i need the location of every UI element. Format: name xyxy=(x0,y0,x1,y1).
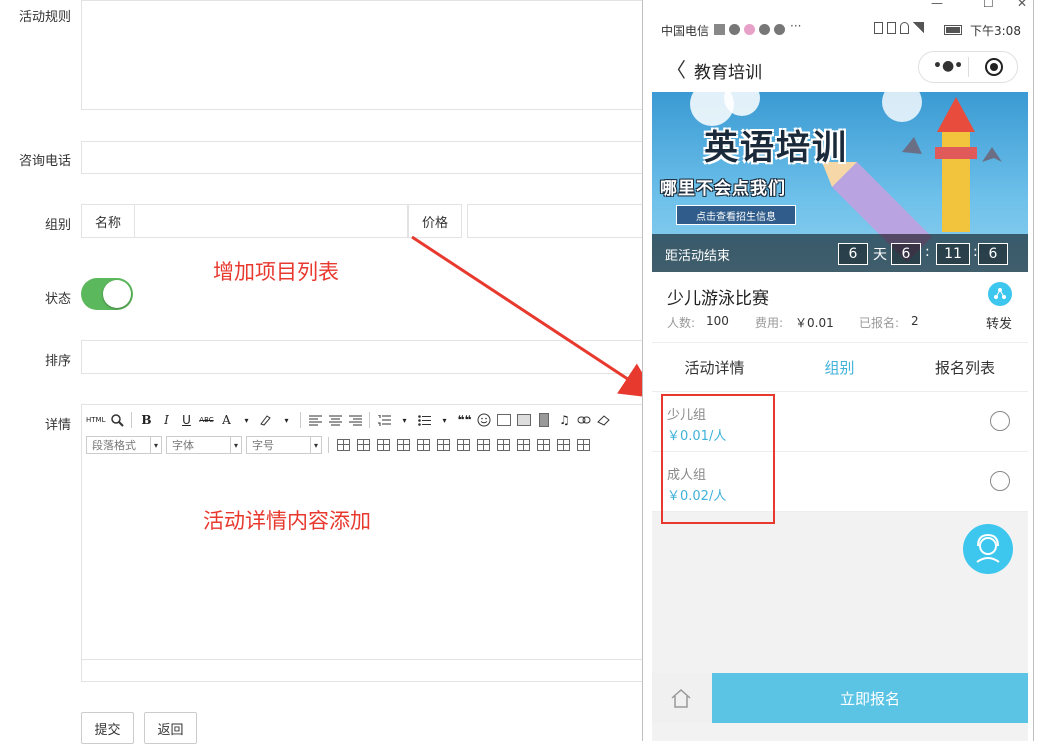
people-label: 人数: xyxy=(667,316,696,330)
tab-groups[interactable]: 组别 xyxy=(777,343,902,394)
phone-nav-bar: 〈 教育培训 •●• xyxy=(652,44,1028,92)
signal-icon xyxy=(913,22,924,34)
banner-title: 英语培训 xyxy=(704,128,848,168)
close-program-icon[interactable] xyxy=(985,58,1003,76)
fee-label: 费用: xyxy=(755,316,784,330)
people-value: 100 xyxy=(706,314,729,328)
home-icon[interactable] xyxy=(670,687,692,713)
bottom-action-bar: 立即报名 xyxy=(652,673,1028,723)
capsule-divider xyxy=(968,57,969,77)
banner-tag: 点击查看招生信息 xyxy=(676,205,796,225)
countdown-minutes: 11 xyxy=(936,243,970,265)
countdown-bar: 距活动结束 6 天 6 : 11 : 6 xyxy=(652,234,1028,272)
phone-preview-window: — ☐ ✕ 中国电信 ··· 下午3:08 〈 教育培训 •●• 英语培训 哪里… xyxy=(642,0,1034,741)
cloud-icon xyxy=(729,24,740,35)
enrolled-label: 已报名: xyxy=(859,316,900,330)
event-title: 少儿游泳比赛 xyxy=(667,289,769,309)
battery-icon xyxy=(944,25,962,35)
bluetooth-icon xyxy=(874,22,883,34)
countdown-separator: : xyxy=(925,244,930,260)
banner-subtitle: 哪里不会点我们 xyxy=(660,179,786,199)
countdown-label: 距活动结束 xyxy=(665,249,731,264)
maximize-icon[interactable]: ☐ xyxy=(983,0,994,10)
tab-activity-detail[interactable]: 活动详情 xyxy=(652,343,777,392)
system-icons xyxy=(874,22,934,34)
tab-signup-list[interactable]: 报名列表 xyxy=(902,343,1028,392)
vibrate-icon xyxy=(887,22,896,34)
window-controls: — ☐ ✕ xyxy=(643,0,1033,16)
carrier-text: 中国电信 xyxy=(661,24,710,38)
more-notifications-icon: ··· xyxy=(790,19,802,33)
event-info-card: 少儿游泳比赛 人数: 100 费用: ￥0.01 已报名: 2 转发 xyxy=(652,272,1028,342)
customer-service-icon xyxy=(976,533,1000,563)
promo-banner[interactable]: 英语培训 哪里不会点我们 点击查看招生信息 距活动结束 6 天 6 : 11 :… xyxy=(652,92,1028,272)
countdown-hours: 6 xyxy=(891,243,921,265)
page-title: 教育培训 xyxy=(694,63,762,83)
fee-value: ￥0.01 xyxy=(795,316,834,330)
countdown-days: 6 xyxy=(838,243,868,265)
back-arrow-icon[interactable]: 〈 xyxy=(666,54,686,83)
wifi-icon xyxy=(900,22,909,34)
close-icon[interactable]: ✕ xyxy=(1017,0,1027,10)
annotation-highlight-box xyxy=(661,394,775,524)
share-icon[interactable] xyxy=(988,282,1012,306)
tab-bar: 活动详情 组别 报名列表 xyxy=(652,342,1028,394)
app-notification-icon xyxy=(714,24,725,35)
phone-screen: 中国电信 ··· 下午3:08 〈 教育培训 •●• 英语培训 哪里不会点我们 … xyxy=(652,16,1028,741)
group-radio[interactable] xyxy=(990,471,1010,491)
countdown-separator: : xyxy=(973,244,978,260)
group-radio[interactable] xyxy=(990,411,1010,431)
time-text: 下午3:08 xyxy=(970,24,1021,38)
customer-service-button[interactable] xyxy=(963,524,1013,574)
app-icon xyxy=(744,24,755,35)
countdown-day-unit: 天 xyxy=(873,247,887,263)
more-dots-icon[interactable]: •●• xyxy=(933,58,963,74)
share-label[interactable]: 转发 xyxy=(986,313,1012,332)
signup-button[interactable]: 立即报名 xyxy=(712,673,1028,723)
phone-status-bar: 中国电信 ··· 下午3:08 xyxy=(652,16,1028,44)
mini-program-capsule: •●• xyxy=(918,51,1018,83)
minimize-icon[interactable]: — xyxy=(931,0,943,10)
wechat-icon xyxy=(774,24,785,35)
chat-icon xyxy=(759,24,770,35)
enrolled-value: 2 xyxy=(911,314,919,328)
countdown-seconds: 6 xyxy=(978,243,1008,265)
